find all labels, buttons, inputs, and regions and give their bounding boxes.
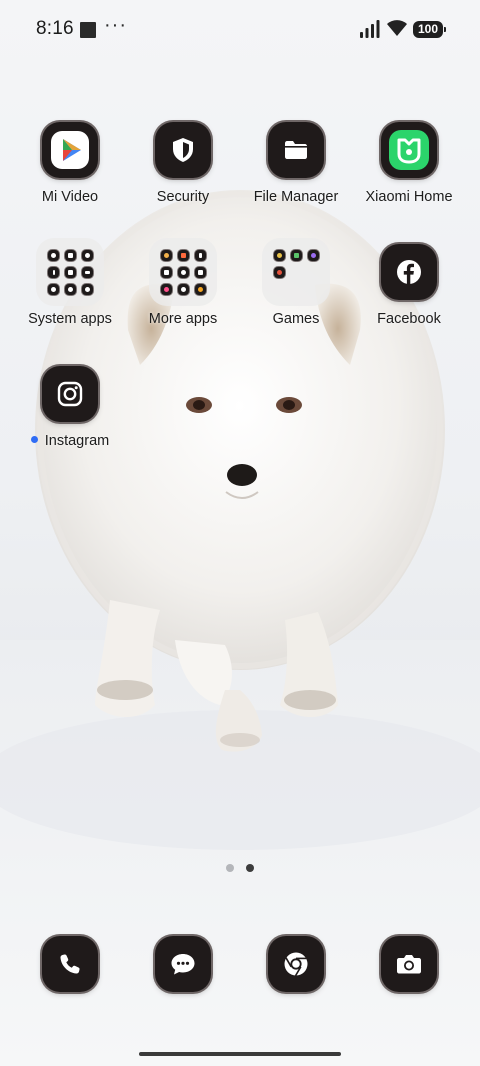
- app-label: Xiaomi Home: [365, 189, 453, 205]
- mini-game-icon: [308, 250, 319, 261]
- new-install-badge: [30, 436, 38, 443]
- messages-icon: [155, 936, 211, 992]
- signal-icon: [360, 20, 380, 38]
- app-instagram[interactable]: Instagram: [14, 366, 126, 462]
- mini-app-icon: [178, 267, 189, 278]
- mini-download-icon: [82, 267, 93, 278]
- mini-info-icon: [48, 267, 59, 278]
- xiaomi-home-icon: [381, 122, 437, 178]
- mi-video-icon: [42, 122, 98, 178]
- app-label: Facebook: [377, 311, 441, 327]
- mini-game-icon: [274, 250, 285, 261]
- more-notifications-indicator: ···: [104, 14, 127, 36]
- mini-app-icon: [161, 284, 172, 295]
- folder-more-apps-icon: [149, 238, 217, 306]
- app-xiaomi-home[interactable]: Xiaomi Home: [353, 122, 465, 218]
- dock-camera[interactable]: [353, 936, 465, 1032]
- mini-scan-icon: [82, 250, 93, 261]
- mini-apps-icon: [65, 267, 76, 278]
- mini-linkedin-icon: [161, 267, 172, 278]
- shield-icon: [155, 122, 211, 178]
- mini-game-icon: [291, 250, 302, 261]
- gesture-navigation-bar[interactable]: [139, 1052, 341, 1056]
- app-label: Instagram: [4, 433, 136, 449]
- page-indicator-dot-2-active[interactable]: [246, 864, 254, 872]
- page-indicator-dot-1[interactable]: [226, 864, 234, 872]
- notification-square-icon: [80, 22, 96, 38]
- mini-game-icon: [274, 267, 285, 278]
- mini-compass-icon: [48, 284, 59, 295]
- app-security[interactable]: Security: [127, 122, 239, 218]
- camera-icon: [381, 936, 437, 992]
- mini-app-icon: [178, 250, 189, 261]
- app-label-text: Instagram: [44, 433, 110, 449]
- mini-youtube-icon: [195, 267, 206, 278]
- app-file-manager[interactable]: File Manager: [240, 122, 352, 218]
- folder-icon: [268, 122, 324, 178]
- mini-gear-icon: [48, 250, 59, 261]
- instagram-icon: [42, 366, 98, 422]
- chrome-icon: [268, 936, 324, 992]
- dock-messaging[interactable]: [127, 936, 239, 1032]
- mini-app-icon: [161, 250, 172, 261]
- folder-system-apps[interactable]: System apps: [14, 238, 126, 340]
- folder-games[interactable]: Games: [240, 238, 352, 340]
- facebook-icon: [381, 244, 437, 300]
- folder-games-icon: [262, 238, 330, 306]
- dock-phone[interactable]: [14, 936, 126, 1032]
- mini-record-icon: [82, 284, 93, 295]
- wifi-icon: [387, 20, 407, 36]
- folder-system-apps-icon: [36, 238, 104, 306]
- app-facebook[interactable]: Facebook: [353, 244, 465, 340]
- status-time: 8:16: [36, 18, 74, 39]
- battery-icon: 100: [413, 21, 446, 38]
- status-bar: 8:16 ··· 100: [0, 0, 480, 60]
- mini-app-icon: [195, 284, 206, 295]
- mini-app-icon: [178, 284, 189, 295]
- dock-chrome[interactable]: [240, 936, 352, 1032]
- app-mi-video[interactable]: Mi Video: [14, 122, 126, 218]
- mini-share-icon: [65, 284, 76, 295]
- mini-tiktok-icon: [195, 250, 206, 261]
- phone-icon: [42, 936, 98, 992]
- folder-more-apps[interactable]: More apps: [127, 238, 239, 340]
- mini-grid-icon: [65, 250, 76, 261]
